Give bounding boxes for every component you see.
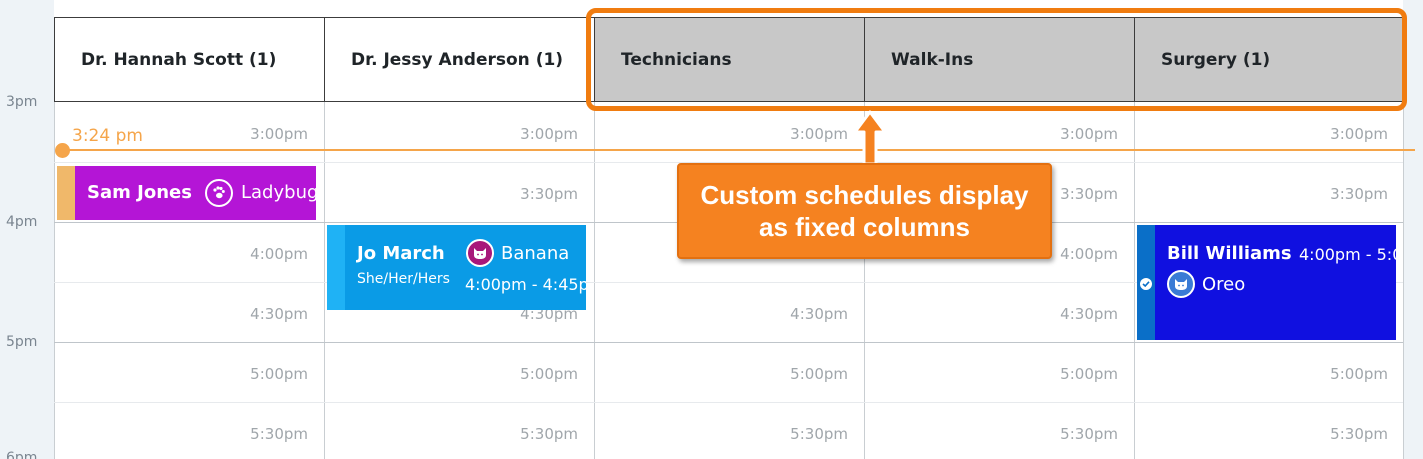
slot-time[interactable]: 5:30pm xyxy=(188,425,308,443)
slot-time[interactable]: 4:30pm xyxy=(188,305,308,323)
pet-name: Oreo xyxy=(1202,274,1246,295)
checkmark-icon xyxy=(1140,278,1152,290)
column-divider xyxy=(54,102,55,459)
appointment-jo-march[interactable]: Jo March She/Her/Hers Banana 4:00pm - 4:… xyxy=(327,225,586,310)
callout-line-1: Custom schedules display xyxy=(700,180,1029,210)
hour-label-6pm: 6pm xyxy=(6,450,38,459)
slot-time[interactable]: 4:00pm xyxy=(188,245,308,263)
slot-time[interactable]: 5:30pm xyxy=(1268,425,1388,443)
half-hour-line xyxy=(54,402,1403,403)
column-header-jessy-anderson[interactable]: Dr. Jessy Anderson (1) xyxy=(324,17,594,102)
client-pronouns: She/Her/Hers xyxy=(357,271,450,287)
pet-name: Ladybug xyxy=(241,182,316,203)
appointment-status-stripe xyxy=(57,166,75,220)
column-divider xyxy=(1403,102,1404,459)
client-name: Bill Williams xyxy=(1167,243,1292,264)
column-divider xyxy=(1134,102,1135,459)
slot-time[interactable]: 3:00pm xyxy=(1268,125,1388,143)
slot-time[interactable]: 4:30pm xyxy=(728,305,848,323)
current-time-label: 3:24 pm xyxy=(72,126,143,146)
appointment-time: 4:00pm - 4:45pm xyxy=(465,275,586,294)
custom-columns-highlight xyxy=(586,8,1407,111)
slot-time[interactable]: 4:30pm xyxy=(998,305,1118,323)
callout-arrow xyxy=(849,108,891,166)
column-divider xyxy=(324,102,325,459)
column-header-hannah-scott[interactable]: Dr. Hannah Scott (1) xyxy=(54,17,324,102)
pet-name: Banana xyxy=(501,243,570,264)
slot-time[interactable]: 5:00pm xyxy=(458,365,578,383)
slot-time[interactable]: 5:00pm xyxy=(998,365,1118,383)
client-name: Sam Jones xyxy=(87,182,192,203)
hour-label-4pm: 4pm xyxy=(6,214,38,230)
appointment-status-stripe xyxy=(327,225,345,310)
cat-icon xyxy=(466,239,494,267)
client-name: Jo March xyxy=(357,243,445,264)
appointment-bill-williams[interactable]: Bill Williams 4:00pm - 5:00pm Oreo xyxy=(1137,225,1396,340)
slot-time[interactable]: 5:00pm xyxy=(728,365,848,383)
slot-time[interactable]: 5:30pm xyxy=(728,425,848,443)
hour-line xyxy=(54,342,1403,343)
slot-time[interactable]: 5:00pm xyxy=(1268,365,1388,383)
slot-time[interactable]: 5:30pm xyxy=(998,425,1118,443)
appointment-time: 4:00pm - 5:00pm xyxy=(1299,245,1396,264)
paw-icon xyxy=(205,179,233,207)
cat-icon xyxy=(1167,270,1195,298)
callout-line-2: as fixed columns xyxy=(759,212,970,242)
slot-time[interactable]: 3:00pm xyxy=(998,125,1118,143)
slot-time[interactable]: 3:00pm xyxy=(458,125,578,143)
slot-time[interactable]: 5:00pm xyxy=(188,365,308,383)
slot-time[interactable]: 3:00pm xyxy=(188,125,308,143)
slot-time[interactable]: 3:30pm xyxy=(1268,185,1388,203)
hour-label-3pm: 3pm xyxy=(6,94,38,110)
hour-label-5pm: 5pm xyxy=(6,334,38,350)
column-title: Dr. Jessy Anderson (1) xyxy=(351,49,564,70)
annotation-callout: Custom schedules display as fixed column… xyxy=(677,163,1052,259)
slot-time[interactable]: 3:00pm xyxy=(728,125,848,143)
appointment-sam-jones[interactable]: Sam Jones Ladybug xyxy=(57,166,316,220)
column-title: Dr. Hannah Scott (1) xyxy=(81,49,277,70)
current-time-dot xyxy=(55,143,70,158)
slot-time[interactable]: 3:30pm xyxy=(458,185,578,203)
slot-time[interactable]: 5:30pm xyxy=(458,425,578,443)
current-time-line xyxy=(62,149,1415,151)
time-gutter: 3pm 4pm 5pm 6pm xyxy=(0,0,54,459)
column-divider xyxy=(594,102,595,459)
